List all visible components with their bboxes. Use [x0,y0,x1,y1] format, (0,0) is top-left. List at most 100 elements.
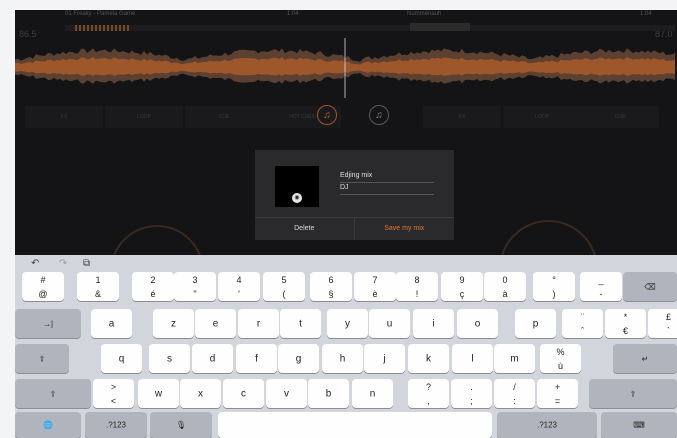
turntable-left[interactable] [110,225,204,255]
key-row1-8[interactable]: 8! [396,272,438,301]
numbers-right-key[interactable]: .?123 [497,412,597,438]
on-screen-keyboard: ↶ ↷ ⧉ # @1 & 2 é 3 " 4 ' 5(6 § 7 è 8! 9 ç 0 à °) _ - ⌫ →| a z e r t… [15,255,677,438]
key-a[interactable]: a [91,309,132,338]
key-o[interactable]: o [457,309,498,338]
cue-pad[interactable]: CUE [185,106,263,128]
delete-button[interactable]: Delete [255,218,355,240]
track-progress-strip[interactable] [65,23,675,31]
key-z[interactable]: z [153,309,194,338]
camera-icon[interactable]: ◉ [292,193,302,203]
key-f[interactable]: f [236,344,277,373]
key-row1-11-label: ° [552,275,556,285]
key-slash[interactable]: /: [494,379,535,408]
key-n[interactable]: n [352,379,393,408]
key-q[interactable]: q [101,344,142,373]
key-b[interactable]: b [308,379,349,408]
key-pound[interactable]: £ ` [648,309,677,338]
key-row1-1[interactable]: 1 & [77,272,119,301]
key-row1-6-label: § [328,289,334,299]
key-row1-10[interactable]: 0à [484,272,526,301]
key-row1-2[interactable]: 2é [132,272,174,301]
key-plus-label: = [554,396,561,406]
microphone-key[interactable]: 🎙 [150,412,212,438]
waveform[interactable] [15,38,677,98]
key-row1-7[interactable]: 7è [354,272,396,301]
redo-icon[interactable]: ↷ [59,258,67,269]
cue-pad[interactable]: FX [423,106,501,128]
key-r[interactable]: r [238,309,279,338]
music-note-orange-icon[interactable]: ♫ [317,105,337,125]
key-dot[interactable]: .; [451,379,492,408]
key-d-label: d [209,353,216,364]
key-percent[interactable]: % ù [540,344,581,373]
key-accent-label: ¨ [581,312,584,322]
key-row1-12[interactable]: _ - [580,272,622,301]
key-l[interactable]: l [452,344,493,373]
key-p[interactable]: p [515,309,556,338]
key-hash[interactable]: # @ [22,272,64,301]
tab-key[interactable]: →| [15,309,81,338]
key-row1-6[interactable]: 6 § [310,272,352,301]
key-question[interactable]: ?, [408,379,449,408]
paste-icon[interactable]: ⧉ [83,258,90,269]
track-time-right: 1:04 [640,11,652,17]
return-key[interactable]: ↵ [613,344,677,373]
key-row1-5[interactable]: 5( [263,272,305,301]
hide-keyboard-key[interactable]: ⌨ [601,412,677,438]
key-y[interactable]: y [327,309,368,338]
cue-row: FX LOOP CUE HOT CUES FX LOOP CUE [15,106,677,128]
numbers-left-key[interactable]: .?123 [85,412,147,438]
key-row1-9[interactable]: 9ç [441,272,483,301]
key-w[interactable]: w [138,379,179,408]
mix-name-field[interactable]: Edjing mix [340,172,434,183]
delete-key-label: ⌫ [644,282,656,291]
key-i-label: i [432,318,435,329]
key-u[interactable]: u [369,309,410,338]
cue-pad[interactable]: LOOP [503,106,581,128]
key-angle-label: > [110,382,117,392]
key-row1-4[interactable]: 4 ' [218,272,260,301]
key-h[interactable]: h [322,344,363,373]
key-row1-3-label: " [193,289,197,299]
undo-icon[interactable]: ↶ [31,258,39,269]
key-m[interactable]: m [494,344,535,373]
key-star[interactable]: * € [605,309,646,338]
cue-pad[interactable]: CUE [581,106,659,128]
cue-pad[interactable]: FX [25,106,103,128]
globe-key[interactable]: 🌐 [15,412,81,438]
key-e[interactable]: e [195,309,236,338]
mix-cover-image[interactable]: ◉ [275,166,319,207]
key-row1-2-label: 2 [150,275,156,285]
key-s[interactable]: s [149,344,190,373]
key-d[interactable]: d [192,344,233,373]
key-row1-11[interactable]: °) [533,272,575,301]
caps-lock-key[interactable]: ⇪ [15,344,69,373]
key-pound-label: ` [667,326,670,336]
key-b-label: b [325,388,332,399]
artist-field[interactable]: DJ [340,184,434,195]
shift-left-key[interactable]: ⇧ [15,379,91,408]
key-row1-11-label: ) [552,289,556,299]
key-k[interactable]: k [408,344,449,373]
key-g[interactable]: g [278,344,319,373]
key-x[interactable]: x [180,379,221,408]
key-angle[interactable]: > < [93,379,134,408]
key-plus[interactable]: + = [537,379,578,408]
music-note-icon[interactable]: ♫ [369,105,389,125]
key-angle-label: < [110,396,117,406]
key-row1-3[interactable]: 3 " [174,272,216,301]
key-slash-label: : [513,396,516,406]
save-mix-button[interactable]: Save my mix [355,218,455,240]
space-bar[interactable] [218,412,492,438]
key-j[interactable]: j [364,344,405,373]
delete-key[interactable]: ⌫ [623,272,677,301]
key-c[interactable]: c [223,379,264,408]
key-v[interactable]: v [266,379,307,408]
key-accent[interactable]: ¨ ˆ [562,309,603,338]
turntable-right[interactable] [499,220,598,255]
key-hash-label: @ [38,289,48,299]
key-t[interactable]: t [280,309,321,338]
cue-pad[interactable]: LOOP [105,106,183,128]
key-i[interactable]: i [413,309,454,338]
shift-right-key[interactable]: ⇧ [589,379,677,408]
